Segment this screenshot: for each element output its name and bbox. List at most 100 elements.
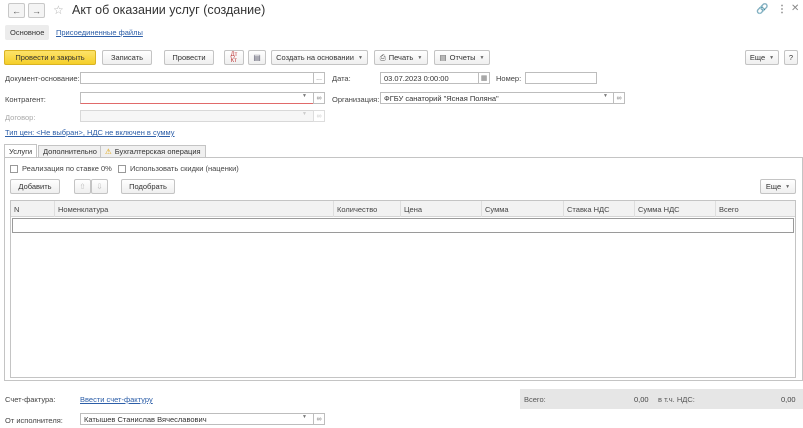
dt-kt-icon: Дт Кт [230,51,238,64]
open-executor-button[interactable]: ∞ [313,413,325,425]
favorite-star-icon[interactable]: ☆ [53,3,64,17]
organization-field[interactable]: ФГБУ санаторий "Ясная Поляна" [380,92,614,104]
number-field[interactable] [525,72,597,84]
open-link-icon: ∞ [616,94,622,102]
date-label: Дата: [332,74,351,83]
open-link-icon: ∞ [316,94,322,102]
date-field[interactable]: 03.07.2023 0:00:00 [380,72,479,84]
arrow-right-icon: → [32,5,41,16]
select-button[interactable]: ... [313,72,325,84]
tab-attached-files[interactable]: Присоединенные файлы [56,28,143,37]
vat-label: в т.ч. НДС: [658,395,695,404]
chevron-down-icon[interactable]: ▼ [302,414,307,420]
services-table[interactable]: N Номенклатура Количество Цена Сумма Ста… [10,200,796,378]
total-label: Всего: [524,395,546,404]
move-down-button[interactable]: ⇩ [91,179,108,194]
number-label: Номер: [496,74,522,83]
tab-accounting-operation[interactable]: ⚠ Бухгалтерская операция [100,145,206,157]
use-discounts-option[interactable]: Использовать скидки (наценки) [118,164,239,174]
column-header-price[interactable]: Цена [400,201,481,217]
print-label: Печать [388,53,414,62]
save-button[interactable]: Записать [102,50,152,65]
calendar-button[interactable]: ▦ [478,72,490,84]
table-row[interactable] [12,218,794,233]
create-based-on-label: Создать на основании [276,53,354,62]
calendar-icon: ▦ [480,75,488,82]
tab-additional[interactable]: Дополнительно [38,145,102,157]
document-list-icon: ▤ [253,53,261,62]
close-icon[interactable]: ✕ [791,3,799,14]
column-header-nomenclature[interactable]: Номенклатура [54,201,333,217]
page-title: Акт об оказании услуг (создание) [72,3,266,17]
open-counterparty-button[interactable]: ∞ [313,92,325,104]
chevron-down-icon[interactable]: ▼ [302,93,307,99]
executor-label: От исполнителя: [5,416,63,425]
post-button[interactable]: Провести [164,50,214,65]
column-header-vat-sum[interactable]: Сумма НДС [634,201,715,217]
table-more-label: Еще [765,182,782,191]
open-link-icon: ∞ [316,415,322,423]
back-button[interactable]: ← [8,3,25,18]
column-header-quantity[interactable]: Количество [333,201,400,217]
column-header-vat-rate[interactable]: Ставка НДС [563,201,634,217]
chevron-down-icon[interactable]: ▼ [302,111,307,117]
reports-label: Отчеты [449,53,476,62]
kebab-icon[interactable]: ⋮ [777,4,787,15]
contract-label: Договор: [5,113,36,122]
contract-field[interactable] [80,110,314,122]
executor-field[interactable]: Катышев Станислав Вячеславович [80,413,314,425]
zero-rate-checkbox[interactable] [10,165,18,174]
chevron-down-icon[interactable]: ▼ [603,93,608,99]
tab-services[interactable]: Услуги [4,144,38,157]
tab-accounting-label: Бухгалтерская операция [114,147,201,156]
dt-kt-button[interactable]: Дт Кт [224,50,244,65]
help-icon: ? [788,53,794,62]
table-more-button[interactable]: Еще ▼ [760,179,796,194]
organization-label: Организация: [332,95,380,104]
move-up-button[interactable]: ⇧ [74,179,91,194]
total-value: 0,00 [634,395,649,404]
help-button[interactable]: ? [784,50,798,65]
more-button[interactable]: Еще ▼ [745,50,779,65]
printer-icon: ⎙ [379,52,386,62]
arrow-down-icon: ⇩ [96,182,103,191]
post-and-close-button[interactable]: Провести и закрыть [4,50,96,65]
zero-rate-label: Реализация по ставке 0% [22,164,112,173]
chevron-down-icon: ▼ [769,54,775,61]
pick-button[interactable]: Подобрать [121,179,175,194]
open-contract-button[interactable]: ∞ [313,110,325,122]
open-organization-button[interactable]: ∞ [613,92,625,104]
report-icon: ▤ [439,53,447,62]
tab-main[interactable]: Основное [5,25,50,40]
column-header-sum[interactable]: Сумма [481,201,563,217]
use-discounts-label: Использовать скидки (наценки) [130,164,239,173]
enter-invoice-link[interactable]: Ввести счет-фактуру [80,395,153,404]
base-document-label: Документ-основание: [5,74,80,83]
use-discounts-checkbox[interactable] [118,165,126,174]
warning-icon: ⚠ [105,147,112,156]
invoice-label: Счет-фактура: [5,395,56,404]
vat-value: 0,00 [781,395,796,404]
base-document-field[interactable] [80,72,314,84]
open-link-icon: ∞ [316,112,322,120]
add-row-button[interactable]: Добавить [10,179,60,194]
counterparty-field[interactable] [80,92,314,104]
column-header-n[interactable]: N [11,201,54,217]
arrow-up-icon: ⇧ [79,182,86,191]
price-type-link[interactable]: Тип цен: <Не выбран>, НДС не включен в с… [5,128,175,137]
more-label: Еще [749,53,766,62]
reports-button[interactable]: ▤ Отчеты ▼ [434,50,490,65]
create-based-on-button[interactable]: Создать на основании ▼ [271,50,368,65]
arrow-left-icon: ← [12,5,21,16]
chevron-down-icon: ▼ [479,54,485,61]
table-header: N Номенклатура Количество Цена Сумма Ста… [11,201,795,217]
link-icon[interactable]: 🔗 [756,4,768,15]
chevron-down-icon: ▼ [785,183,791,190]
print-button[interactable]: ⎙ Печать ▼ [374,50,428,65]
ellipsis-icon: ... [316,74,322,82]
structure-button[interactable]: ▤ [248,50,266,65]
counterparty-label: Контрагент: [5,95,46,104]
column-header-total[interactable]: Всего [715,201,795,217]
zero-rate-option[interactable]: Реализация по ставке 0% [10,164,112,174]
forward-button[interactable]: → [28,3,45,18]
